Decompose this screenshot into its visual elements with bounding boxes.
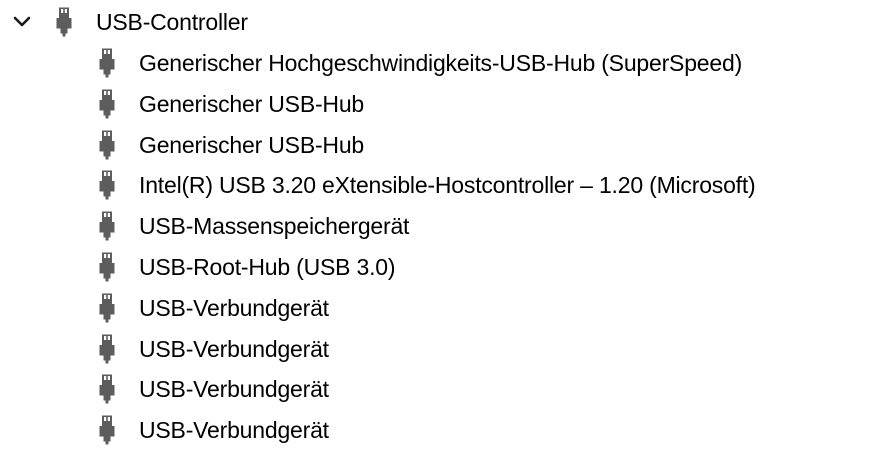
device-label: USB-Verbundgerät (139, 417, 329, 443)
device-item[interactable]: USB-Verbundgerät (0, 288, 880, 329)
usb-plug-icon (96, 371, 118, 407)
device-item[interactable]: Generischer USB-Hub (0, 84, 880, 125)
usb-plug-icon (96, 86, 118, 122)
device-label: Generischer Hochgeschwindigkeits-USB-Hub… (139, 50, 743, 76)
usb-plug-icon (53, 4, 75, 40)
usb-plug-icon (96, 331, 118, 367)
device-label: Intel(R) USB 3.20 eXtensible-Hostcontrol… (139, 172, 756, 198)
device-item[interactable]: Generischer Hochgeschwindigkeits-USB-Hub… (0, 43, 880, 84)
device-item[interactable]: USB-Massenspeichergerät (0, 206, 880, 247)
usb-plug-icon (96, 45, 118, 81)
usb-plug-icon (96, 167, 118, 203)
device-item[interactable]: USB-Verbundgerät (0, 410, 880, 451)
device-label: USB-Verbundgerät (139, 295, 329, 321)
device-item[interactable]: USB-Verbundgerät (0, 329, 880, 370)
usb-plug-icon (96, 249, 118, 285)
chevron-down-icon[interactable] (10, 10, 34, 34)
device-item[interactable]: Generischer USB-Hub (0, 125, 880, 166)
usb-plug-icon (96, 290, 118, 326)
device-label: Generischer USB-Hub (139, 132, 365, 158)
tree-category-usb-controller[interactable]: USB-Controller (0, 2, 400, 43)
usb-plug-icon (96, 127, 118, 163)
category-label: USB-Controller (96, 9, 248, 35)
device-label: USB-Verbundgerät (139, 376, 329, 402)
usb-plug-icon (96, 412, 118, 448)
device-label: Generischer USB-Hub (139, 91, 365, 117)
usb-plug-icon (96, 208, 118, 244)
device-item[interactable]: Intel(R) USB 3.20 eXtensible-Hostcontrol… (0, 165, 880, 206)
device-tree: USB-Controller Generischer Hochgeschwind… (0, 0, 886, 450)
device-label: USB-Root-Hub (USB 3.0) (139, 254, 396, 280)
device-item[interactable]: USB-Root-Hub (USB 3.0) (0, 247, 880, 288)
device-item[interactable]: USB-Verbundgerät (0, 369, 880, 410)
device-label: USB-Massenspeichergerät (139, 213, 410, 239)
device-label: USB-Verbundgerät (139, 336, 329, 362)
